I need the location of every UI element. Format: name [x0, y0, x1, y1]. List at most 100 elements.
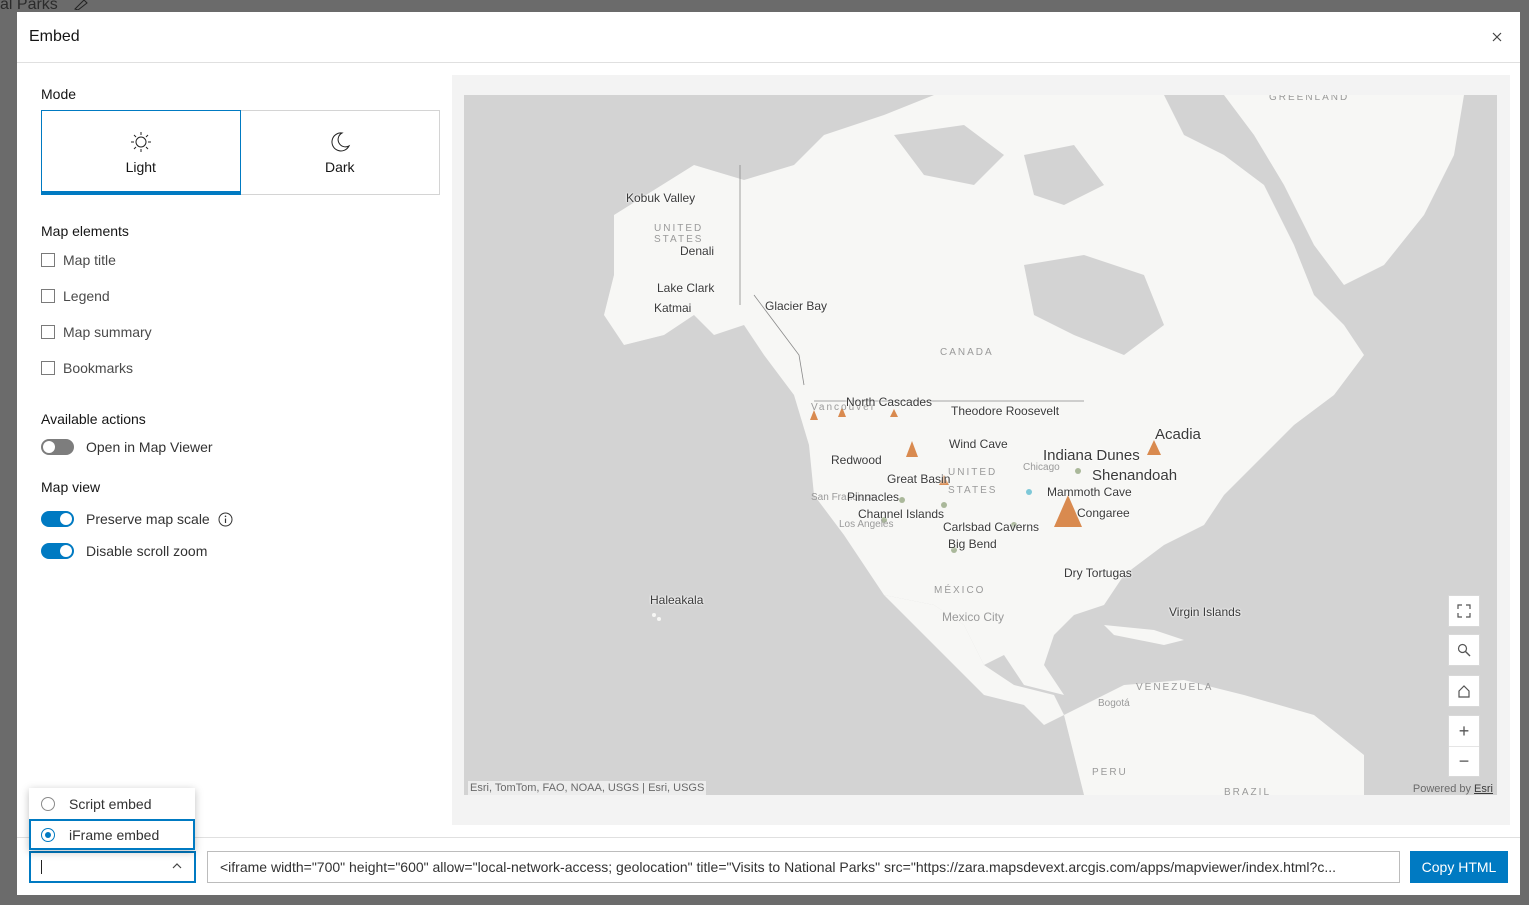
zoom-out-button[interactable]: −: [1449, 746, 1479, 776]
powered-by-text: Powered by: [1412, 783, 1471, 795]
map-title-label: Map title: [63, 252, 116, 268]
pencil-icon: [74, 0, 88, 10]
map-country-label: PERU: [1092, 767, 1128, 778]
legend-checkbox[interactable]: [41, 289, 55, 303]
map-country-label: BRAZIL: [1224, 787, 1272, 795]
map-country-label: UNITED: [948, 467, 998, 478]
powered-by: Powered by Esri: [1413, 783, 1493, 795]
park-label: North Cascades: [846, 395, 933, 409]
zoom-control: + −: [1448, 715, 1480, 777]
embed-dialog: Embed Mode Light Dark Map elements Map t…: [17, 12, 1520, 895]
copy-html-button[interactable]: Copy HTML: [1410, 851, 1508, 883]
preserve-map-scale-toggle[interactable]: [41, 511, 74, 527]
park-label: Wind Cave: [949, 437, 1008, 451]
park-label: Congaree: [1077, 506, 1130, 520]
iframe-embed-radio[interactable]: [41, 827, 55, 842]
park-label: Theodore Roosevelt: [951, 404, 1060, 418]
park-label: Dry Tortugas: [1064, 566, 1132, 580]
iframe-embed-label: iFrame embed: [69, 826, 160, 843]
park-label: Kobuk Valley: [626, 191, 696, 205]
preserve-map-scale-label: Preserve map scale: [86, 511, 210, 527]
dialog-footer: <iframe width="700" height="600" allow="…: [17, 837, 1520, 895]
map-view[interactable]: GREENLAND UNITED STATES CANADA UNITED ST…: [464, 95, 1497, 795]
open-in-map-viewer-toggle[interactable]: [41, 439, 74, 455]
fullscreen-icon: [1457, 604, 1471, 618]
script-embed-label: Script embed: [69, 795, 152, 812]
mode-title: Mode: [41, 86, 77, 102]
close-button[interactable]: [1488, 28, 1506, 46]
park-label: Pinnacles: [847, 490, 900, 504]
disable-scroll-zoom-label: Disable scroll zoom: [86, 543, 208, 559]
map-summary-checkbox-row[interactable]: Map summary: [41, 324, 152, 340]
map-title-checkbox[interactable]: [41, 253, 55, 267]
map-country-label: UNITED: [654, 223, 704, 234]
disable-scroll-zoom-row: Disable scroll zoom: [41, 543, 207, 559]
legend-label: Legend: [63, 288, 110, 304]
map-summary-checkbox[interactable]: [41, 325, 55, 339]
script-embed-radio[interactable]: [41, 796, 55, 811]
park-label: Virgin Islands: [1169, 605, 1241, 619]
park-label: Big Bend: [948, 537, 997, 551]
map-view-title: Map view: [41, 479, 101, 495]
park-label: Channel Islands: [858, 507, 945, 521]
disable-scroll-zoom-toggle[interactable]: [41, 543, 74, 559]
map-city-label: Bogotá: [1098, 698, 1130, 709]
esri-link[interactable]: Esri: [1474, 783, 1493, 795]
park-label: Carlsbad Caverns: [943, 520, 1040, 534]
iframe-embed-option[interactable]: iFrame embed: [29, 819, 195, 850]
bookmarks-label: Bookmarks: [63, 360, 134, 376]
home-icon: [1458, 685, 1470, 698]
fullscreen-button[interactable]: [1449, 596, 1479, 626]
bookmarks-checkbox-row[interactable]: Bookmarks: [41, 360, 133, 376]
map-elements-title: Map elements: [41, 223, 129, 239]
mode-segmented-control: Light Dark: [41, 110, 440, 195]
park-label: Lake Clark: [657, 281, 715, 295]
map-title-checkbox-row[interactable]: Map title: [41, 252, 116, 268]
park-label: Glacier Bay: [765, 299, 828, 313]
map-attribution: Esri, TomTom, FAO, NOAA, USGS | Esri, US…: [468, 781, 707, 795]
map-summary-label: Map summary: [63, 324, 152, 340]
chevron-up-icon: [172, 863, 182, 869]
park-label: Haleakala: [650, 593, 704, 607]
park-label: Shenandoah: [1092, 467, 1178, 484]
mode-dark-label: Dark: [324, 158, 355, 175]
mode-light-button[interactable]: Light: [41, 110, 241, 195]
settings-panel: Mode Light Dark Map elements Map title L…: [41, 64, 441, 804]
search-button[interactable]: [1449, 635, 1479, 665]
search-icon: [1457, 643, 1471, 657]
park-label: Mammoth Cave: [1047, 485, 1132, 499]
park-label: Acadia: [1155, 426, 1201, 443]
open-in-map-viewer-row: Open in Map Viewer: [41, 439, 213, 455]
available-actions-title: Available actions: [41, 411, 146, 427]
preserve-map-scale-row: Preserve map scale: [41, 511, 233, 527]
dialog-header: Embed: [17, 12, 1520, 63]
map-country-label: MÉXICO: [934, 585, 986, 596]
embed-code-field[interactable]: <iframe width="700" height="600" allow="…: [207, 851, 1400, 883]
embed-type-dropdown: Script embed iFrame embed: [29, 788, 195, 850]
map-city-label: Mexico City: [942, 610, 1005, 624]
search-control: [1448, 634, 1480, 666]
script-embed-option[interactable]: Script embed: [29, 788, 195, 819]
legend-checkbox-row[interactable]: Legend: [41, 288, 110, 304]
park-label: Indiana Dunes: [1043, 447, 1140, 464]
park-label: Great Basin: [887, 472, 951, 486]
home-control: [1448, 675, 1480, 707]
mode-light-label: Light: [125, 158, 156, 175]
map-preview-panel: GREENLAND UNITED STATES CANADA UNITED ST…: [452, 75, 1510, 825]
open-in-map-viewer-label: Open in Map Viewer: [86, 439, 213, 455]
park-label: Redwood: [831, 453, 882, 467]
park-label: Katmai: [654, 301, 692, 315]
sun-icon: [130, 131, 151, 152]
text-caret: [41, 860, 42, 874]
info-icon[interactable]: [218, 512, 233, 527]
map-country-label: VENEZUELA: [1136, 682, 1214, 693]
map-country-label: CANADA: [940, 347, 994, 358]
home-button[interactable]: [1449, 676, 1479, 706]
dialog-title: Embed: [29, 28, 80, 45]
moon-icon: [331, 131, 350, 151]
mode-dark-button[interactable]: Dark: [241, 111, 440, 194]
bookmarks-checkbox[interactable]: [41, 361, 55, 375]
zoom-in-button[interactable]: +: [1449, 716, 1479, 746]
map-country-label: GREENLAND: [1269, 95, 1350, 103]
embed-type-select[interactable]: [29, 851, 196, 883]
